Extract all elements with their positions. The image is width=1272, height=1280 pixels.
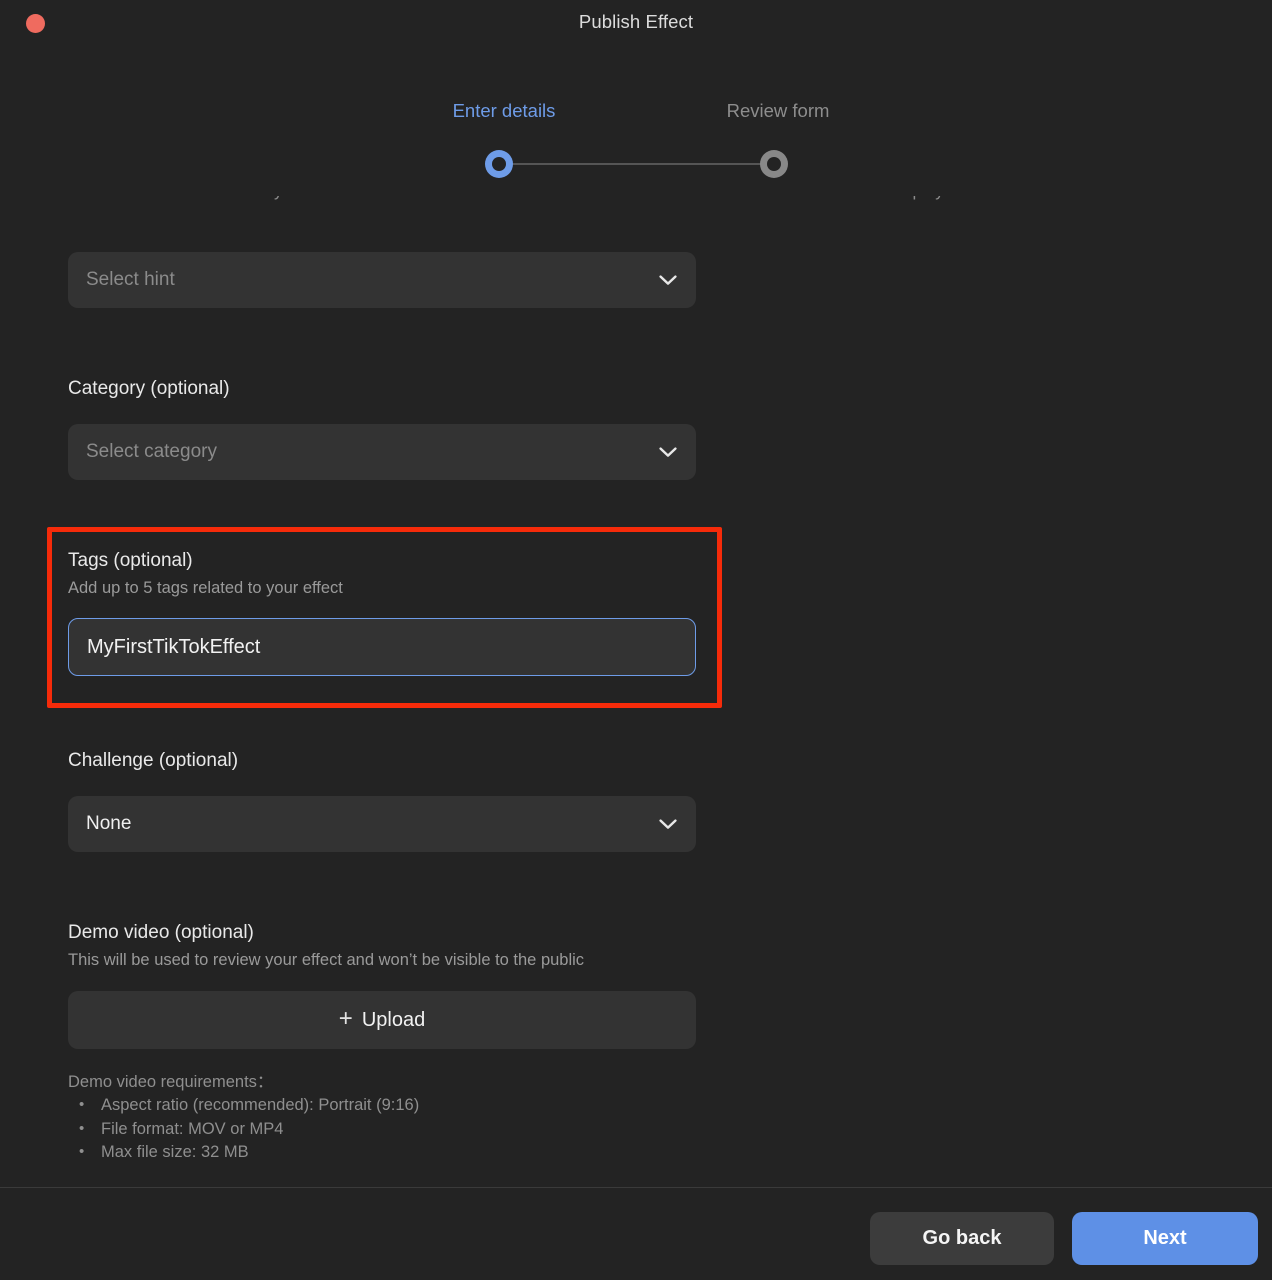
category-label: Category (optional) — [68, 378, 230, 399]
list-item: File format: MOV or MP4 — [68, 1117, 696, 1142]
step-dot-hole — [767, 157, 781, 171]
category-select[interactable]: Select category — [68, 424, 696, 480]
chevron-down-icon — [658, 270, 678, 290]
plus-icon: + — [338, 1005, 353, 1032]
tags-field-group: Tags (optional) Add up to 5 tags related… — [68, 548, 696, 676]
hint-field-group: Select hint — [68, 252, 696, 308]
list-item: Aspect ratio (recommended): Portrait (9:… — [68, 1093, 696, 1118]
next-button[interactable]: Next — [1072, 1212, 1258, 1265]
footer-bar: Go back Next — [0, 1188, 1272, 1280]
chevron-down-icon — [658, 442, 678, 462]
window-title: Publish Effect — [578, 11, 694, 32]
demo-video-field-group: Demo video (optional) This will be used … — [68, 920, 696, 1165]
demo-video-description: This will be used to review your effect … — [68, 951, 585, 969]
progress-stepper: Enter details Review form — [0, 100, 1272, 190]
hint-select-value: Select hint — [86, 269, 175, 290]
tags-label: Tags (optional) — [68, 550, 193, 571]
requirements-title: Demo video requirements： — [68, 1073, 274, 1091]
step-dot-hole — [492, 157, 506, 171]
step-dot-review-form[interactable] — [760, 150, 788, 178]
demo-video-label: Demo video (optional) — [68, 922, 254, 943]
challenge-label: Challenge (optional) — [68, 750, 239, 771]
hint-description-clipped: Let users know how to use your effect — [68, 196, 353, 201]
step-label-enter-details: Enter details — [452, 100, 556, 121]
stepper-labels: Enter details Review form — [0, 100, 1272, 130]
chevron-down-icon — [658, 814, 678, 834]
form-scroll-area[interactable]: Let users know how to use your effect Di… — [0, 196, 1272, 1187]
requirements-list: Aspect ratio (recommended): Portrait (9:… — [68, 1093, 696, 1165]
stepper-connector-line — [510, 163, 764, 165]
category-field-group: Category (optional) Select category — [68, 376, 696, 480]
upload-button[interactable]: + Upload — [68, 991, 696, 1049]
challenge-select-value: None — [86, 813, 132, 834]
upload-button-label: Upload — [361, 1008, 426, 1031]
step-label-review-form: Review form — [726, 100, 830, 121]
window-titlebar: Publish Effect — [0, 0, 1272, 48]
challenge-select[interactable]: None — [68, 796, 696, 852]
step-dot-enter-details[interactable] — [485, 150, 513, 178]
clipped-descriptions-row: Let users know how to use your effect Di… — [0, 196, 1272, 230]
list-item: Max file size: 32 MB — [68, 1140, 696, 1165]
challenge-field-group: Challenge (optional) None — [68, 748, 696, 852]
category-select-value: Select category — [86, 441, 217, 462]
hint-location-description-clipped: Display the location of the hint — [888, 196, 1115, 201]
hint-select[interactable]: Select hint — [68, 252, 696, 308]
tags-description: Add up to 5 tags related to your effect — [68, 579, 343, 597]
go-back-button[interactable]: Go back — [870, 1212, 1054, 1265]
tags-input[interactable] — [68, 618, 696, 676]
